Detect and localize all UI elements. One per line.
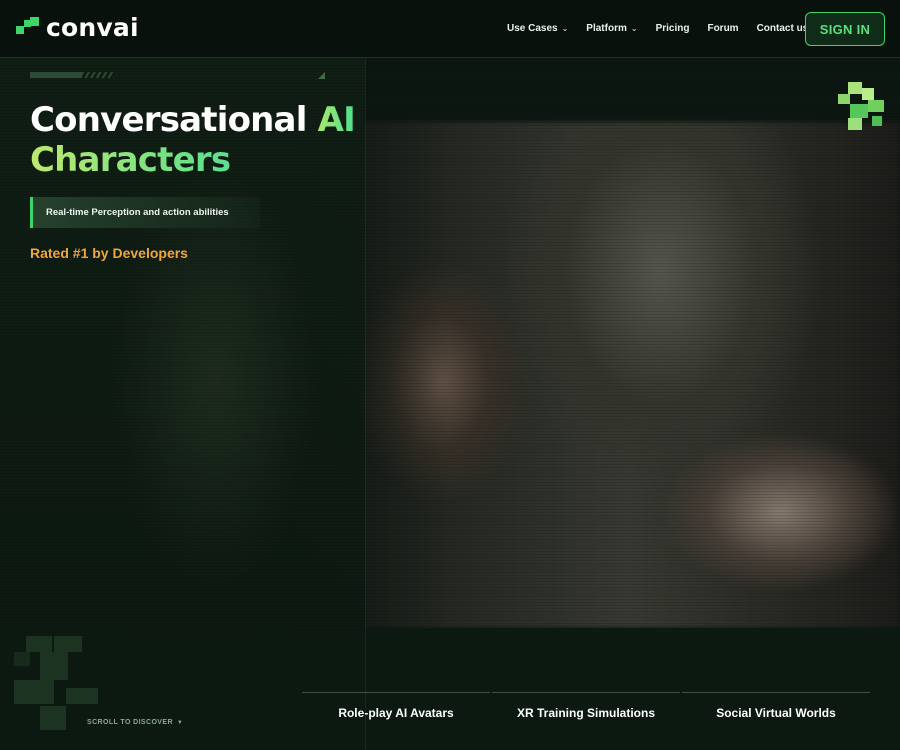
nav-forum[interactable]: Forum xyxy=(707,23,738,34)
panel-divider xyxy=(365,58,366,750)
page: convai Use Cases ⌄ Platform ⌄ Pricing Fo… xyxy=(0,0,900,750)
chevron-down-icon: ⌄ xyxy=(630,24,638,33)
nav-use-cases[interactable]: Use Cases ⌄ xyxy=(507,23,568,34)
pixel-logo-decoration-icon xyxy=(838,82,886,134)
nav-pricing[interactable]: Pricing xyxy=(656,23,690,34)
nav-forum-label: Forum xyxy=(707,23,739,34)
arrow-down-icon: ▼ xyxy=(176,719,184,726)
tab-label: Role-play AI Avatars xyxy=(338,705,454,720)
use-case-tabs: Role-play AI Avatars XR Training Simulat… xyxy=(302,692,870,732)
hero-video-shade xyxy=(300,122,900,628)
tagline-text: Real-time Perception and action abilitie… xyxy=(46,207,229,218)
hero-tagline: Real-time Perception and action abilitie… xyxy=(30,197,260,228)
headline-part1: Conversational xyxy=(30,100,318,140)
tab-label: XR Training Simulations xyxy=(516,705,656,720)
sign-in-button[interactable]: SIGN IN xyxy=(805,12,885,46)
nav-platform-label: Platform xyxy=(586,23,627,34)
hero-headline: Conversational AI Characters xyxy=(30,100,356,180)
tab-xr-training-simulations[interactable]: XR Training Simulations xyxy=(492,692,680,732)
pixel-corner-decoration-icon xyxy=(14,636,100,730)
headline-accent: AI xyxy=(317,100,356,140)
scroll-to-discover[interactable]: SCROLL TO DISCOVER ▼ xyxy=(87,719,183,726)
rated-badge: Rated #1 by Developers xyxy=(30,245,188,261)
nav-contact-us-label: Contact us xyxy=(756,23,809,34)
scroll-label: SCROLL TO DISCOVER xyxy=(87,719,173,726)
nav-pricing-label: Pricing xyxy=(655,23,690,34)
chevron-down-icon: ⌄ xyxy=(561,24,569,33)
tab-label: Social Virtual Worlds xyxy=(716,705,836,720)
headline-line2: Characters xyxy=(30,140,355,180)
tab-social-virtual-worlds[interactable]: Social Virtual Worlds xyxy=(682,692,870,732)
nav-use-cases-label: Use Cases xyxy=(507,23,558,34)
nav-platform[interactable]: Platform ⌄ xyxy=(586,23,637,34)
hero-blur-figure xyxy=(110,170,320,590)
main-nav: Use Cases ⌄ Platform ⌄ Pricing Forum Con… xyxy=(507,23,826,34)
convai-logo-icon xyxy=(16,17,40,39)
nav-contact-us[interactable]: Contact us xyxy=(757,23,809,34)
logo-text: convai xyxy=(46,13,139,42)
hero-top-strip xyxy=(30,72,325,80)
tab-role-play-ai-avatars[interactable]: Role-play AI Avatars xyxy=(302,692,490,732)
logo-link[interactable]: convai xyxy=(16,13,139,42)
site-header: convai Use Cases ⌄ Platform ⌄ Pricing Fo… xyxy=(0,0,900,58)
